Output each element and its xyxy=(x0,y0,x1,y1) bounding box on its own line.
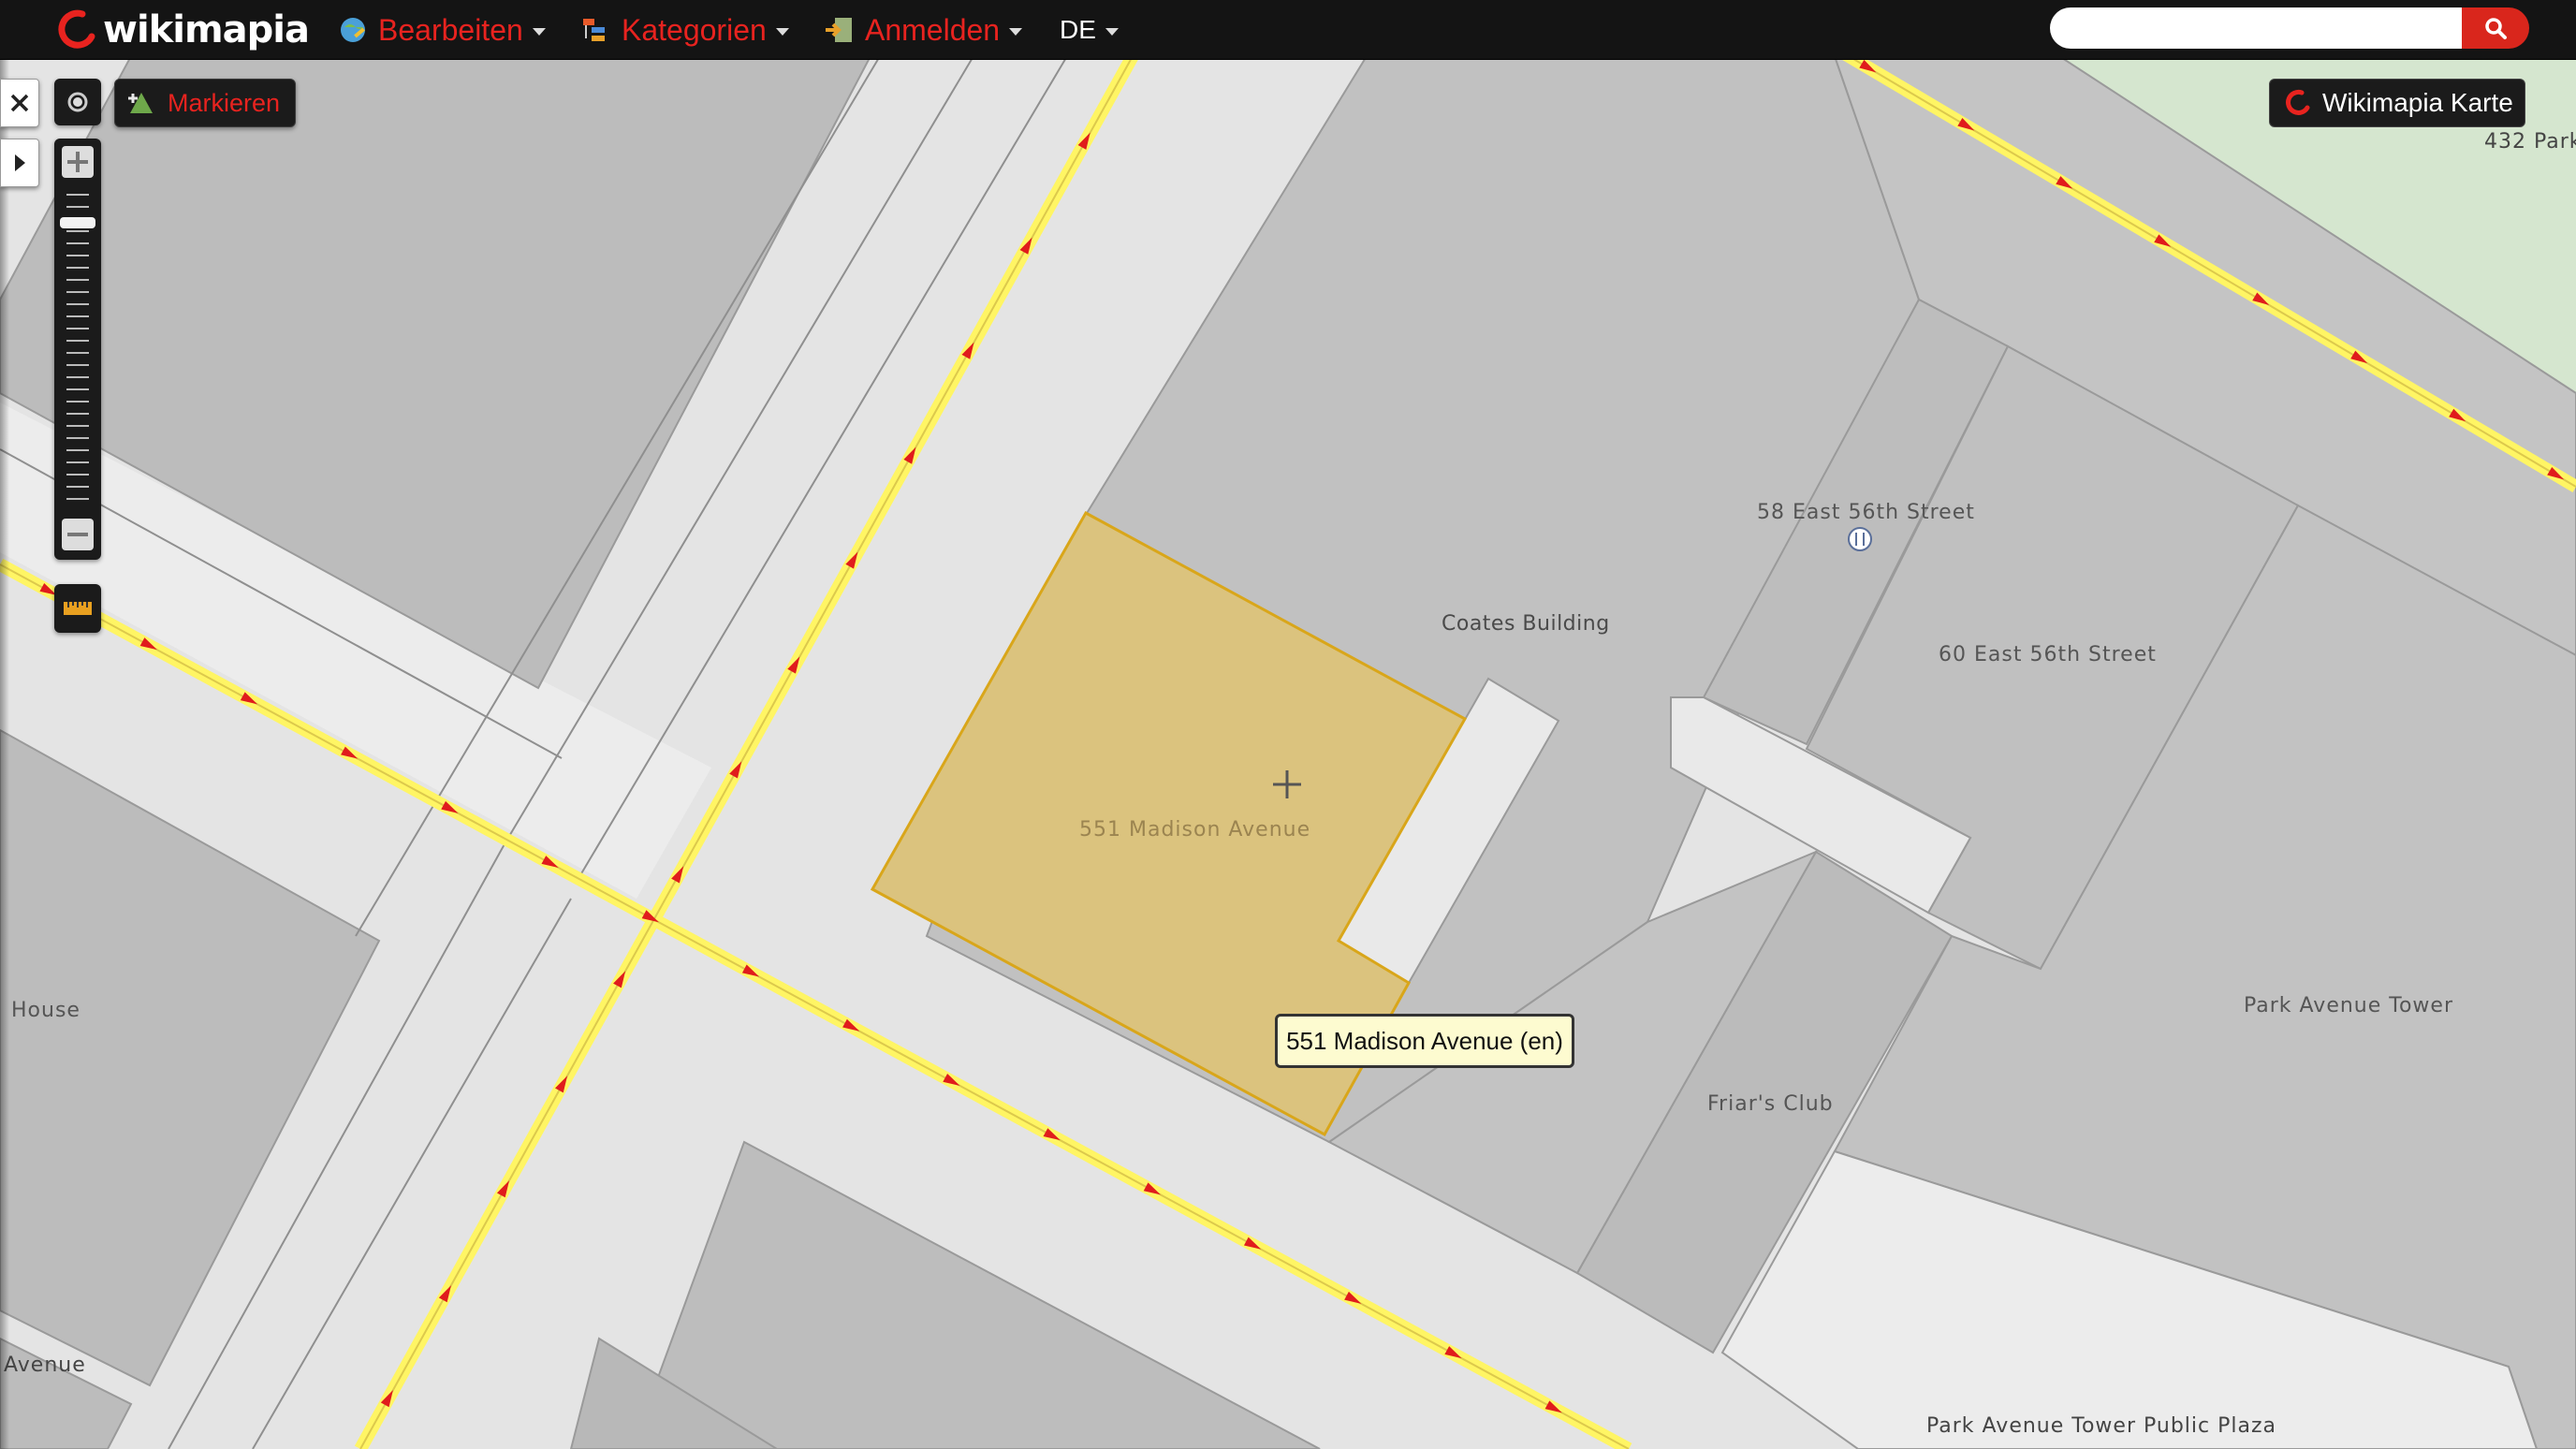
chevron-down-icon xyxy=(1009,28,1023,36)
label-432-park: 432 Park xyxy=(2484,130,2576,154)
language-selector[interactable]: DE xyxy=(1060,7,1119,52)
menu-anmelden[interactable]: Anmelden xyxy=(824,7,1023,52)
map-type-label: Wikimapia Karte xyxy=(2322,88,2513,117)
close-icon xyxy=(10,94,29,112)
zoom-out-button[interactable] xyxy=(62,519,94,550)
label-friars-club: Friar's Club xyxy=(1707,1092,1834,1116)
locate-icon xyxy=(67,92,88,112)
label-551-madison: 551 Madison Avenue xyxy=(1079,818,1311,842)
logo-text: wikimapia xyxy=(103,8,310,51)
zoom-in-button[interactable] xyxy=(62,146,94,178)
categories-icon xyxy=(583,19,605,41)
chevron-down-icon xyxy=(775,28,789,36)
label-house: House xyxy=(11,999,80,1022)
menu-kategorien-label: Kategorien xyxy=(622,12,767,47)
add-place-icon xyxy=(128,93,153,113)
wikimapia-logo-icon xyxy=(58,9,95,49)
map-canvas[interactable] xyxy=(0,0,2576,1449)
search-icon xyxy=(2485,18,2507,39)
search-input[interactable] xyxy=(2050,7,2462,49)
wikimapia-logo[interactable]: wikimapia xyxy=(54,6,310,54)
chevron-down-icon xyxy=(532,28,546,36)
mark-button-label: Markieren xyxy=(168,88,281,117)
top-bar: wikimapia Bearbeiten Kategorien Anmelden… xyxy=(0,0,2576,60)
menu-bearbeiten[interactable]: Bearbeiten xyxy=(337,7,546,52)
close-panel-button[interactable] xyxy=(0,79,39,127)
ruler-icon xyxy=(64,602,92,615)
language-label: DE xyxy=(1060,15,1096,44)
menu-bearbeiten-label: Bearbeiten xyxy=(378,12,523,47)
map-type-button[interactable]: Wikimapia Karte xyxy=(2269,79,2525,127)
label-park-avenue-tower: Park Avenue Tower xyxy=(2244,994,2454,1017)
globe-edit-icon xyxy=(341,18,365,42)
place-tooltip: 551 Madison Avenue (en) xyxy=(1275,1014,1574,1068)
mark-button[interactable]: Markieren xyxy=(114,79,296,127)
label-park-avenue-tower-plaza: Park Avenue Tower Public Plaza xyxy=(1926,1414,2276,1438)
chevron-down-icon xyxy=(1105,28,1119,36)
menu-anmelden-label: Anmelden xyxy=(865,12,1001,47)
label-60-east-56th: 60 East 56th Street xyxy=(1939,643,2157,666)
zoom-slider-handle[interactable] xyxy=(60,217,95,228)
zoom-slider-track[interactable] xyxy=(66,194,89,500)
ruler-button[interactable] xyxy=(54,584,101,633)
play-arrow-icon xyxy=(15,154,25,171)
wikimapia-logo-icon xyxy=(2286,89,2310,115)
label-58-east-56th: 58 East 56th Street xyxy=(1757,501,1975,524)
login-icon xyxy=(826,18,852,42)
locate-button[interactable] xyxy=(54,79,101,125)
restaurant-icon xyxy=(1848,527,1872,551)
menu-kategorien[interactable]: Kategorien xyxy=(580,7,789,52)
zoom-control[interactable] xyxy=(54,139,101,560)
label-coates-building: Coates Building xyxy=(1442,612,1610,636)
search-button[interactable] xyxy=(2462,7,2529,49)
left-edge-shadow xyxy=(0,59,9,1449)
label-avenue: Avenue xyxy=(4,1354,86,1377)
expand-panel-button[interactable] xyxy=(0,139,39,187)
